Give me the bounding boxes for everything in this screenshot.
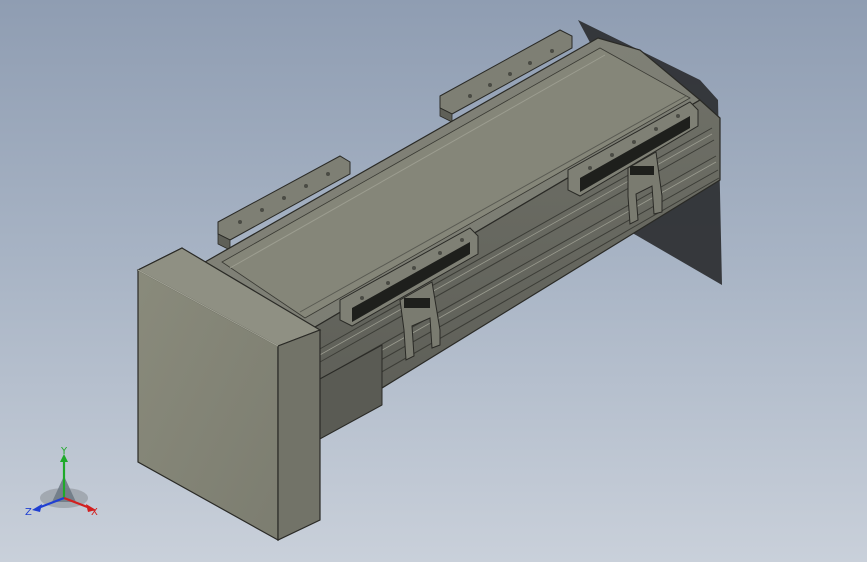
endcap-side-face[interactable]: [277, 329, 321, 541]
linear-module-model[interactable]: [0, 0, 867, 562]
triad-x-label: X: [91, 507, 98, 518]
triad-z-label: Z: [25, 507, 32, 518]
cad-viewport[interactable]: Y X Z: [0, 0, 867, 562]
coordinate-triad: Y X Z: [25, 446, 98, 518]
triad-y-label: Y: [60, 446, 68, 457]
